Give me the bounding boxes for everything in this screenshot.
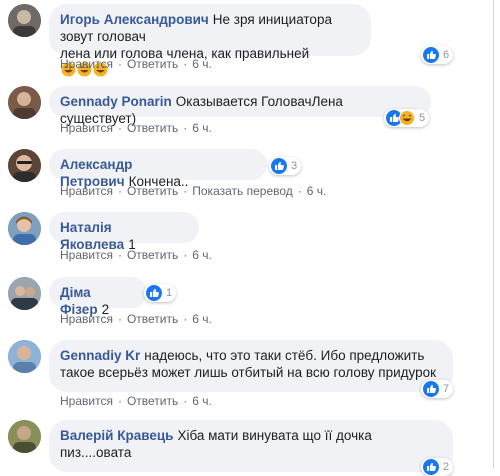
like-icon <box>423 459 439 475</box>
comment-text: Хіба мати винувата що її дочка <box>177 428 372 443</box>
panel-border <box>493 0 494 468</box>
comment-actions: Нравится · Ответить · 6 ч. <box>60 121 212 135</box>
comment-author[interactable]: Игорь Александрович <box>60 12 209 27</box>
timestamp[interactable]: 6 ч. <box>307 184 327 198</box>
timestamp[interactable]: 6 ч. <box>192 121 212 135</box>
like-icon <box>271 158 287 174</box>
reply-link[interactable]: Ответить <box>127 121 178 135</box>
timestamp[interactable]: 6 ч. <box>192 57 212 71</box>
haha-icon <box>399 110 415 126</box>
reaction-summary[interactable]: 2 <box>421 458 454 476</box>
comment-author[interactable]: Gennadiy Kr <box>60 348 140 363</box>
comment-text: такое всерьёз может лишь отбитый на всю … <box>60 365 437 380</box>
reaction-count: 5 <box>419 112 426 124</box>
reply-link[interactable]: Ответить <box>127 184 178 198</box>
comment-author[interactable]: Валерій Кравець <box>60 428 173 443</box>
comment-text: пиз....овата <box>60 445 132 460</box>
reply-link[interactable]: Ответить <box>127 248 178 262</box>
reaction-count: 6 <box>443 49 450 61</box>
avatar[interactable] <box>8 212 41 245</box>
like-icon <box>423 381 439 397</box>
comment-bubble: Gennadiy Kr надеюсь, что это таки стёб. И… <box>49 340 453 392</box>
reply-link[interactable]: Ответить <box>127 312 178 326</box>
avatar[interactable] <box>8 277 41 310</box>
comment-actions: Нравится · Ответить · 6 ч. <box>60 394 212 408</box>
like-link[interactable]: Нравится <box>60 394 113 408</box>
comment-author[interactable]: Gennady Ponarin <box>60 94 172 109</box>
reaction-count: 1 <box>166 287 173 299</box>
avatar[interactable] <box>8 340 41 373</box>
like-link[interactable]: Нравится <box>60 57 113 71</box>
comment-bubble: Діма Фізер 2 <box>49 277 147 317</box>
like-icon <box>423 47 439 63</box>
comment-actions: Нравится · Ответить · 6 ч. <box>60 312 212 326</box>
timestamp[interactable]: 6 ч. <box>192 248 212 262</box>
avatar[interactable] <box>8 149 41 182</box>
show-translation-link[interactable]: Показать перевод <box>192 184 293 198</box>
reaction-count: 3 <box>291 160 298 172</box>
reply-link[interactable]: Ответить <box>127 57 178 71</box>
reply-link[interactable]: Ответить <box>127 394 178 408</box>
comment-bubble: Игорь Александрович Не зря инициатора зов… <box>49 4 371 77</box>
timestamp[interactable]: 6 ч. <box>192 394 212 408</box>
reaction-count: 2 <box>443 461 450 473</box>
avatar[interactable] <box>8 420 41 453</box>
avatar[interactable] <box>8 86 41 119</box>
timestamp[interactable]: 6 ч. <box>192 312 212 326</box>
comment-text: надеюсь, что это таки стёб. Ибо предложи… <box>144 348 425 363</box>
comment-bubble: Валерій Кравець Хіба мати винувата що її … <box>49 420 453 472</box>
like-icon <box>146 285 162 301</box>
reaction-summary[interactable]: 1 <box>144 284 177 302</box>
like-link[interactable]: Нравится <box>60 121 113 135</box>
avatar[interactable] <box>8 4 41 37</box>
reaction-count: 7 <box>443 383 450 395</box>
like-link[interactable]: Нравится <box>60 248 113 262</box>
comment-bubble: Александр Петрович Кончена.. <box>49 149 267 189</box>
like-link[interactable]: Нравится <box>60 184 113 198</box>
comment-actions: Нравится · Ответить · 6 ч. <box>60 248 212 262</box>
comment-bubble: Gennady Ponarin Оказывается ГоловачЛена с… <box>49 86 431 126</box>
reaction-summary[interactable]: 7 <box>421 380 454 398</box>
reaction-summary[interactable]: 6 <box>421 46 454 64</box>
reaction-summary[interactable]: 3 <box>269 157 302 175</box>
like-link[interactable]: Нравится <box>60 312 113 326</box>
comment-bubble: Наталія Яковлева 1 <box>49 212 199 252</box>
comment-actions: Нравится · Ответить · 6 ч. <box>60 57 212 71</box>
comment-actions: Нравится · Ответить · Показать перевод · 6 ч. <box>60 184 327 198</box>
reaction-summary[interactable]: 5 <box>384 109 430 127</box>
